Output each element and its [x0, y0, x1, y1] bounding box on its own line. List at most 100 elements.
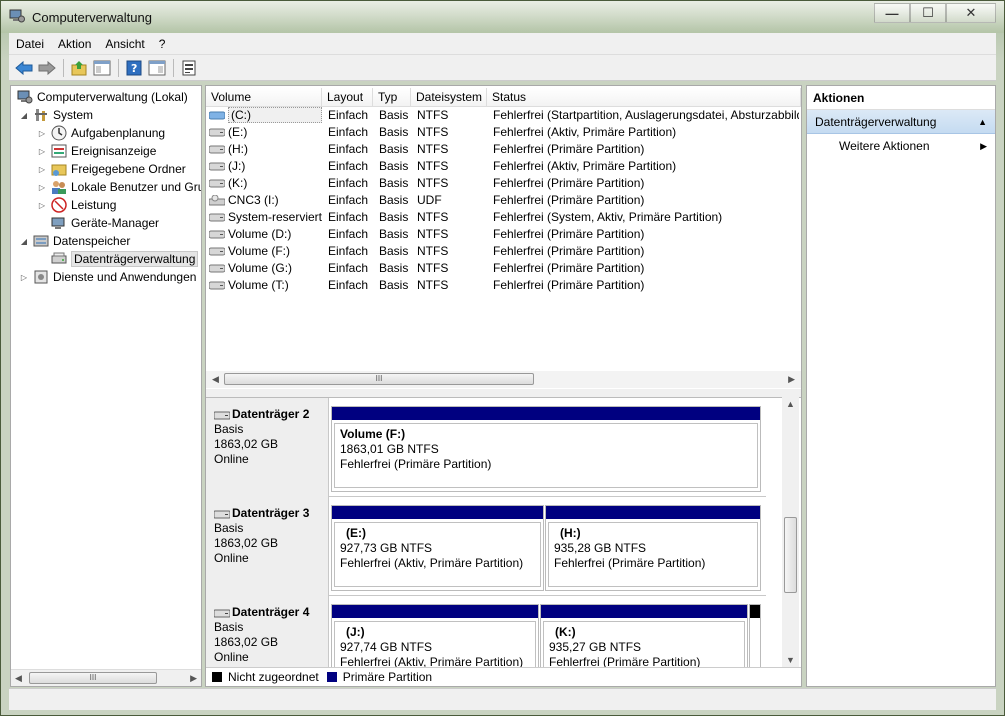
svg-text:?: ?: [131, 62, 137, 75]
menu-aktion[interactable]: Aktion: [51, 37, 98, 51]
volume-layout: Einfach: [328, 159, 369, 173]
tree-horizontal-scrollbar[interactable]: ◀ III ▶: [11, 669, 201, 686]
volume-filesystem: NTFS: [417, 176, 449, 190]
volume-type: Basis: [379, 261, 409, 275]
partition-name: (E:): [346, 526, 366, 540]
column-header-type[interactable]: Typ: [373, 88, 411, 107]
tree-item-storage[interactable]: ◢ Datenspeicher: [19, 232, 130, 250]
volume-row[interactable]: (C:) Einfach Basis NTFS Fehlerfrei (Star…: [206, 107, 801, 124]
tree-item-disk-management[interactable]: Datenträgerverwaltung: [51, 250, 199, 268]
tree-label: Datenspeicher: [53, 234, 131, 248]
volume-row[interactable]: Volume (G:) Einfach Basis NTFS Fehlerfre…: [206, 260, 801, 277]
volume-type: Basis: [379, 142, 409, 156]
primary-partition-bar: [546, 506, 760, 519]
expand-arrow-icon[interactable]: ▷: [37, 147, 47, 156]
tree-item-root[interactable]: Computerverwaltung (Lokal): [13, 88, 188, 106]
menu-bar: Datei Aktion Ansicht ?: [9, 33, 996, 55]
disk-info[interactable]: Datenträger 3 Basis 1863,02 GB Online: [206, 497, 329, 596]
volume-name: (K:): [228, 176, 248, 190]
console-tree-icon: [93, 60, 111, 75]
volume-row[interactable]: (J:) Einfach Basis NTFS Fehlerfrei (Akti…: [206, 158, 801, 175]
menu-ansicht[interactable]: Ansicht: [98, 37, 151, 51]
scrollbar-thumb[interactable]: [784, 517, 797, 593]
volume-row[interactable]: System-reserviert Einfach Basis NTFS Feh…: [206, 209, 801, 226]
volume-layout: Einfach: [328, 210, 369, 224]
actions-section-disk-management[interactable]: Datenträgerverwaltung ▲: [807, 110, 995, 134]
menu-help[interactable]: ?: [152, 37, 173, 51]
expand-arrow-icon[interactable]: ▷: [37, 165, 47, 174]
expand-arrow-icon[interactable]: ▷: [19, 273, 29, 282]
column-header-layout[interactable]: Layout: [322, 88, 373, 107]
tree-label: Lokale Benutzer und Gruppen: [71, 180, 201, 194]
scroll-right-arrow-icon[interactable]: ▶: [788, 374, 795, 385]
tree-item-local-users[interactable]: ▷ Lokale Benutzer und Gruppen: [37, 178, 201, 196]
tree-item-event-viewer[interactable]: ▷ Ereignisanzeige: [37, 142, 156, 160]
volume-name: (C:): [228, 107, 322, 123]
volume-row[interactable]: (H:) Einfach Basis NTFS Fehlerfrei (Prim…: [206, 141, 801, 158]
forward-button[interactable]: [36, 57, 58, 79]
status-bar: [9, 688, 996, 710]
partition-block[interactable]: (H:) 935,28 GB NTFS Fehlerfrei (Primäre …: [545, 505, 761, 591]
minimize-button[interactable]: —: [874, 3, 910, 23]
partition-block[interactable]: (E:) 927,73 GB NTFS Fehlerfrei (Aktiv, P…: [331, 505, 544, 591]
scroll-down-arrow-icon[interactable]: ▼: [786, 655, 795, 665]
disk-size: 1863,02 GB: [214, 536, 279, 550]
maximize-button[interactable]: ☐: [910, 3, 946, 23]
show-hide-action-button[interactable]: [146, 57, 168, 79]
scroll-left-arrow-icon[interactable]: ◀: [15, 673, 22, 684]
scroll-up-arrow-icon[interactable]: ▲: [786, 399, 795, 409]
scrollbar-thumb[interactable]: III: [224, 373, 534, 385]
partition-status: Fehlerfrei (Aktiv, Primäre Partition): [340, 655, 524, 667]
volume-row[interactable]: (K:) Einfach Basis NTFS Fehlerfrei (Prim…: [206, 175, 801, 192]
volume-row[interactable]: Volume (D:) Einfach Basis NTFS Fehlerfre…: [206, 226, 801, 243]
tree-item-device-manager[interactable]: Geräte-Manager: [51, 214, 159, 232]
properties-button[interactable]: [178, 57, 200, 79]
partition-block[interactable]: (J:) 927,74 GB NTFS Fehlerfrei (Aktiv, P…: [331, 604, 539, 667]
column-header-volume[interactable]: Volume: [206, 88, 322, 107]
up-level-button[interactable]: [68, 57, 90, 79]
volume-row[interactable]: Volume (F:) Einfach Basis NTFS Fehlerfre…: [206, 243, 801, 260]
partition-block[interactable]: (K:) 935,27 GB NTFS Fehlerfrei (Primäre …: [540, 604, 748, 667]
column-header-filesystem[interactable]: Dateisystem: [411, 88, 487, 107]
more-actions-item[interactable]: Weitere Aktionen ▶: [807, 134, 995, 158]
scrollbar-thumb[interactable]: III: [29, 672, 157, 684]
help-button[interactable]: ?: [123, 57, 145, 79]
expand-arrow-icon[interactable]: ▷: [37, 201, 47, 210]
volume-list-horizontal-scrollbar[interactable]: ◀ III ▶: [206, 371, 801, 388]
show-hide-tree-button[interactable]: [91, 57, 113, 79]
disk-info[interactable]: Datenträger 2 Basis 1863,02 GB Online: [206, 398, 329, 497]
back-button[interactable]: [13, 57, 35, 79]
unallocated-block[interactable]: [749, 604, 761, 667]
disk-management-icon: [51, 252, 67, 264]
volume-row[interactable]: CNC3 (I:) Einfach Basis UDF Fehlerfrei (…: [206, 192, 801, 209]
computer-management-icon: [17, 90, 33, 104]
tree-item-services-apps[interactable]: ▷ Dienste und Anwendungen: [19, 268, 197, 286]
partition-name: (K:): [555, 625, 576, 639]
disk-type: Basis: [214, 620, 244, 634]
disk-info[interactable]: Datenträger 4 Basis 1863,02 GB Online: [206, 596, 329, 667]
tree-item-performance[interactable]: ▷ Leistung: [37, 196, 116, 214]
collapse-up-icon[interactable]: ▲: [978, 110, 987, 134]
expand-arrow-icon[interactable]: ▷: [37, 129, 47, 138]
partition-block[interactable]: Volume (F:) 1863,01 GB NTFS Fehlerfrei (…: [331, 406, 761, 492]
scroll-left-arrow-icon[interactable]: ◀: [212, 374, 219, 385]
scroll-right-arrow-icon[interactable]: ▶: [190, 673, 197, 684]
volume-status: Fehlerfrei (Primäre Partition): [493, 227, 645, 241]
partition-size: 927,73 GB NTFS: [340, 541, 433, 555]
volume-type: Basis: [379, 159, 409, 173]
tree-item-shared-folders[interactable]: ▷ Freigegebene Ordner: [37, 160, 186, 178]
disk-view-vertical-scrollbar[interactable]: ▲ ▼: [782, 397, 799, 667]
title-bar[interactable]: Computerverwaltung — ☐ ✕: [1, 1, 1004, 33]
volume-row[interactable]: (E:) Einfach Basis NTFS Fehlerfrei (Akti…: [206, 124, 801, 141]
volume-type: Basis: [379, 176, 409, 190]
tree-item-task-scheduler[interactable]: ▷ Aufgabenplanung: [37, 124, 165, 142]
collapse-arrow-icon[interactable]: ◢: [19, 237, 29, 246]
tree-item-system[interactable]: ◢ System: [19, 106, 93, 124]
collapse-arrow-icon[interactable]: ◢: [19, 111, 29, 120]
expand-arrow-icon[interactable]: ▷: [37, 183, 47, 192]
volume-row[interactable]: Volume (T:) Einfach Basis NTFS Fehlerfre…: [206, 277, 801, 294]
menu-datei[interactable]: Datei: [9, 37, 51, 51]
close-button[interactable]: ✕: [946, 3, 996, 23]
primary-partition-bar: [332, 506, 543, 519]
column-header-status[interactable]: Status: [487, 88, 801, 107]
